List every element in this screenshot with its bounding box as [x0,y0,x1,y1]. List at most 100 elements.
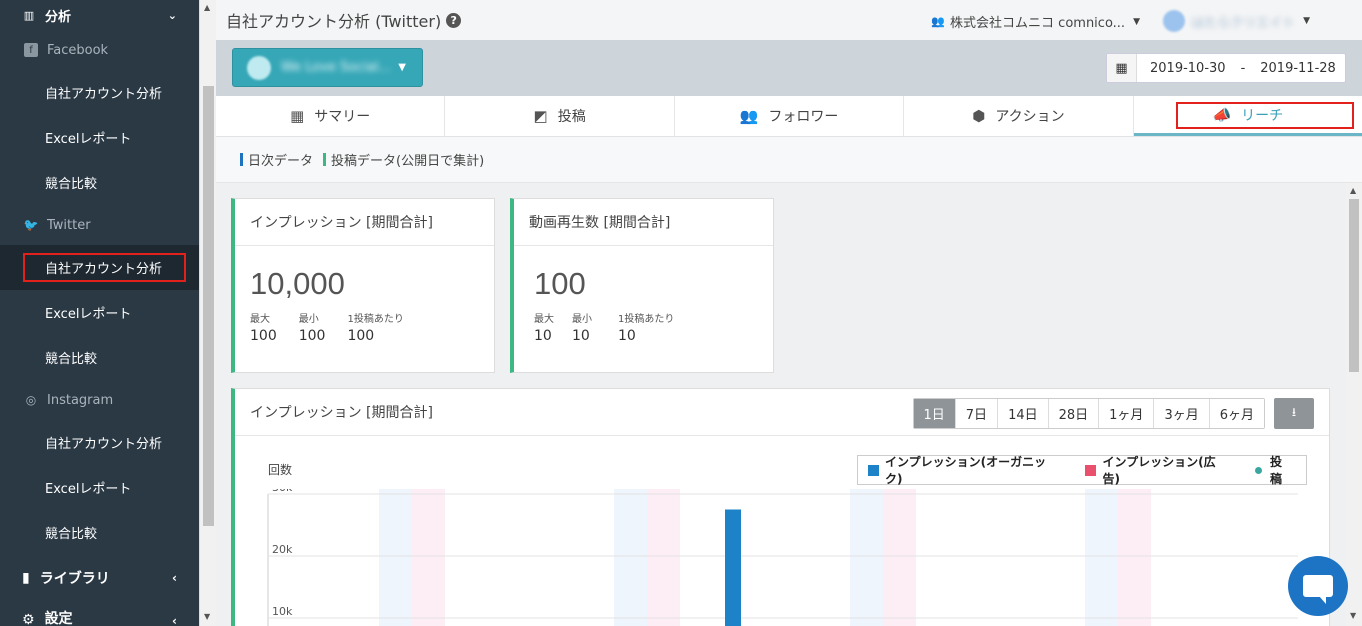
sidebar-item-twitter-excel-report[interactable]: Excelレポート [0,290,199,335]
sidebar-item-facebook-excel-report[interactable]: Excelレポート [0,115,199,160]
legend-item-posts[interactable]: 投稿 [1255,453,1294,487]
weekend-band-sun [1118,489,1151,626]
subnav-marker [323,153,327,166]
scrollbar-thumb[interactable] [1349,199,1359,372]
page-title: 自社アカウント分析 (Twitter) [226,12,442,31]
sidebar-scrollbar[interactable]: ▲ ▼ [199,0,216,626]
stat-label: 1投稿あたり [618,314,675,325]
period-6m-button[interactable]: 6ヶ月 [1209,399,1264,428]
sidebar-item-label: ライブラリ [39,570,110,587]
highlight-box [1175,102,1355,129]
period-28d-button[interactable]: 28日 [1048,399,1100,428]
company-name: 株式会社コムニコ comnico... [950,16,1126,31]
stat-value: 10 [618,328,636,344]
caret-down-icon: ▼ [1303,16,1310,26]
facebook-icon: f [24,43,38,57]
tab-followers[interactable]: 👥 フォロワー [675,96,905,136]
sidebar-item-instagram-competitor[interactable]: 競合比較 [0,510,199,555]
stat-value: 10 [572,328,590,344]
period-3m-button[interactable]: 3ヶ月 [1154,399,1210,428]
stat-value: 100 [250,328,277,344]
subnav-label: 投稿データ(公開日で集計) [331,154,485,169]
scroll-up-arrow-icon[interactable]: ▲ [1350,186,1356,195]
subnav-post-data[interactable]: 投稿データ(公開日で集計) [323,150,484,169]
subnav-label: 日次データ [248,154,314,169]
tab-summary[interactable]: ▦ サマリー [216,96,446,136]
bar-organic[interactable] [725,509,741,626]
legend-label: 投稿 [1270,455,1283,486]
scroll-down-arrow-icon[interactable]: ▼ [204,612,210,621]
stat-label: 最大 [534,314,554,325]
user-menu[interactable]: はたらクリエイト ▼ [1163,10,1310,32]
content-scrollbar[interactable]: ▲ ▼ [1346,183,1362,626]
y-tick-label: 30k [272,489,293,494]
sidebar-section-analysis[interactable]: ▥ 分析 ⌄ [0,0,199,30]
account-selector-button[interactable]: We Love Social... ▼ [232,48,423,87]
sidebar-item-instagram-account-analysis[interactable]: 自社アカウント分析 [0,420,199,465]
chevron-down-icon: ⌄ [167,8,177,22]
video-views-card: 動画再生数 [期間合計] 100 最大 10 最小 10 1投稿あたり 10 [510,198,774,373]
stat-min: 最小 100 [299,310,326,344]
weekend-band-sun [412,489,445,626]
subnav-daily-data[interactable]: 日次データ [240,150,313,169]
period-1m-button[interactable]: 1ヶ月 [1099,399,1155,428]
sidebar-item-label: 競合比較 [45,527,98,542]
weekend-band-sat [614,489,647,626]
period-14d-button[interactable]: 14日 [998,399,1049,428]
stat-value: 100 [298,328,326,344]
sidebar-group-twitter: 🐦 Twitter [0,205,199,245]
caret-down-icon: ▼ [398,62,406,73]
scroll-down-arrow-icon[interactable]: ▼ [1350,611,1356,620]
date-range-picker[interactable]: ▦ 2019-10-30 - 2019-11-28 [1106,53,1346,83]
avatar [1163,10,1186,32]
sidebar-item-settings[interactable]: ⚙ 設定 ‹ [0,600,199,626]
tab-actions[interactable]: ⬢ アクション [904,96,1134,136]
sidebar-item-twitter-competitor[interactable]: 競合比較 [0,335,199,380]
weekend-band-sat [850,489,883,626]
sidebar-item-label: Excelレポート [45,482,132,497]
gear-icon: ⚙ [22,612,35,626]
sidebar-item-library[interactable]: ▮ ライブラリ ‹ [0,555,199,600]
date-end: 2019-11-28 [1260,60,1336,76]
stat-per-post: 1投稿あたり 10 [618,310,674,344]
post-icon: ◩ [533,107,548,125]
sidebar-item-instagram-excel-report[interactable]: Excelレポート [0,465,199,510]
stat-value: 10 [534,328,552,344]
sidebar-item-label: 自社アカウント分析 [45,87,163,102]
dashboard-icon: ▦ [290,107,305,125]
user-name: はたらクリエイト [1191,15,1296,31]
sidebar-item-twitter-account-analysis[interactable]: 自社アカウント分析 [0,245,199,290]
weekend-band-sun [647,489,680,626]
scroll-up-arrow-icon[interactable]: ▲ [204,3,210,12]
legend-item-organic[interactable]: インプレッション(オーガニック) [868,453,1063,487]
period-7d-button[interactable]: 7日 [955,399,999,428]
period-1d-button[interactable]: 1日 [913,399,956,428]
legend-swatch [1085,464,1097,476]
scrollbar-thumb[interactable] [203,86,214,526]
download-button[interactable]: ⭳ [1274,398,1314,429]
legend-item-ads[interactable]: インプレッション(広告) [1085,453,1233,487]
card-stats: 最大 100 最小 100 1投稿あたり 100 [235,310,494,344]
chart-plot-area: 30k 20k 10k [267,489,1298,626]
help-icon[interactable]: ? [446,12,462,28]
sidebar-item-facebook-competitor[interactable]: 競合比較 [0,160,199,205]
stat-max: 最大 10 [534,310,554,344]
date-start: 2019-10-30 [1150,60,1226,76]
card-value: 100 [534,266,586,301]
company-selector[interactable]: 👥 株式会社コムニコ comnico... ▼ [931,12,1140,31]
stat-max: 最大 100 [250,310,277,344]
weekend-band-sat [1085,489,1118,626]
card-title: 動画再生数 [期間合計] [514,199,773,246]
main-content: インプレッション [期間合計] 10,000 最大 100 最小 100 1投稿あた… [216,183,1346,626]
sidebar-item-facebook-account-analysis[interactable]: 自社アカウント分析 [0,70,199,115]
tab-label: 投稿 [557,109,586,125]
top-header: 自社アカウント分析 (Twitter) ? 👥 株式会社コムニコ comnico… [216,0,1362,40]
sidebar-item-label: 自社アカウント分析 [45,437,163,452]
tab-posts[interactable]: ◩ 投稿 [445,96,675,136]
legend-label: インプレッション(オーガニック) [884,455,1047,486]
chat-button[interactable] [1288,556,1348,616]
action-icon: ⬢ [972,107,986,125]
period-selector: 1日 7日 14日 28日 1ヶ月 3ヶ月 6ヶ月 [912,398,1265,429]
tab-reach[interactable]: 📣 リーチ [1133,96,1362,136]
account-name: We Love Social... [281,60,391,75]
